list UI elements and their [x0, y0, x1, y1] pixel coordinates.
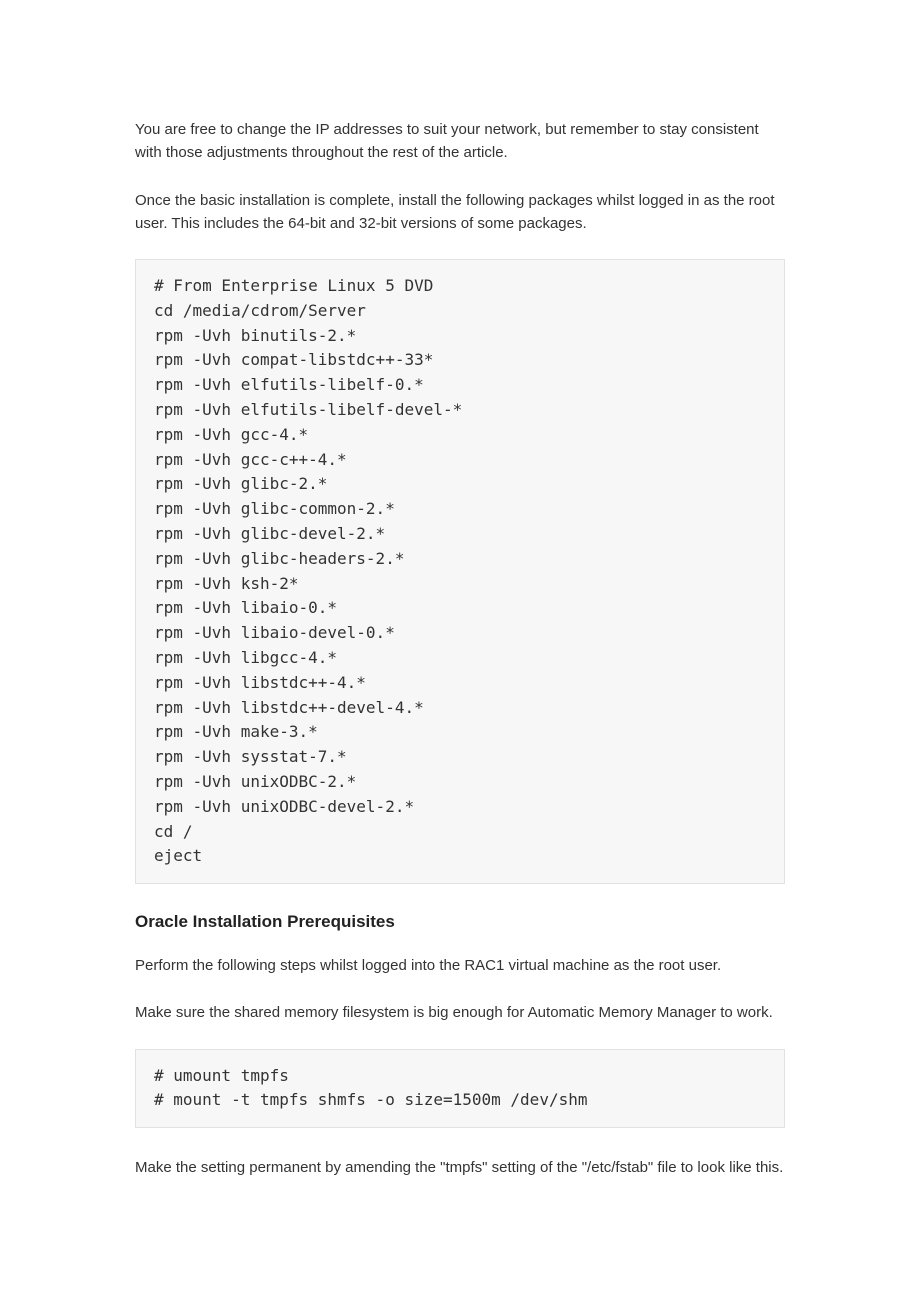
- code-block-packages: # From Enterprise Linux 5 DVD cd /media/…: [135, 259, 785, 884]
- intro-paragraph-2: Once the basic installation is complete,…: [135, 189, 785, 236]
- prereq-paragraph-2: Make sure the shared memory filesystem i…: [135, 1001, 785, 1024]
- intro-paragraph-1: You are free to change the IP addresses …: [135, 118, 785, 165]
- document-page: You are free to change the IP addresses …: [0, 0, 920, 1302]
- code-block-mount: # umount tmpfs # mount -t tmpfs shmfs -o…: [135, 1049, 785, 1129]
- prereq-paragraph-1: Perform the following steps whilst logge…: [135, 954, 785, 977]
- section-heading-prereqs: Oracle Installation Prerequisites: [135, 912, 785, 932]
- prereq-paragraph-3: Make the setting permanent by amending t…: [135, 1156, 785, 1179]
